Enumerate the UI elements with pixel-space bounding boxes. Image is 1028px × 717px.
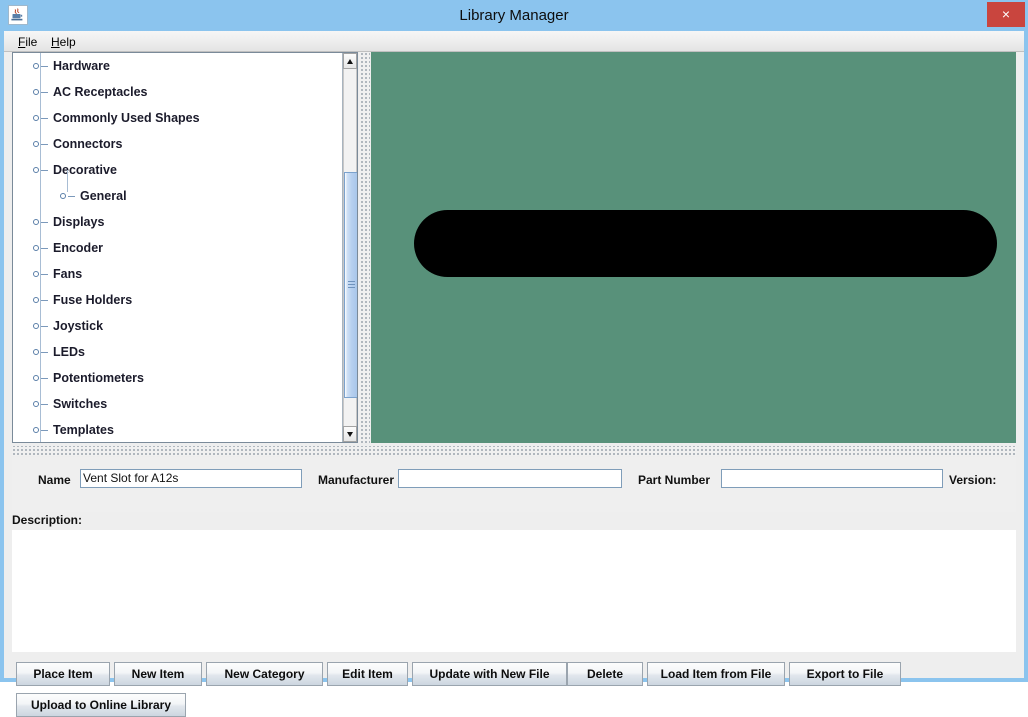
tree-node-label: Templates	[53, 423, 114, 437]
horizontal-split-divider[interactable]	[12, 446, 1016, 456]
scrollbar-grip-icon	[348, 281, 355, 289]
tree-expand-handle-icon[interactable]	[33, 140, 49, 149]
tree-node-displays[interactable]: Displays	[13, 209, 343, 235]
new-item-button[interactable]: New Item	[114, 662, 202, 686]
tree-node-label: Commonly Used Shapes	[53, 111, 200, 125]
scroll-up-arrow-icon[interactable]	[343, 53, 357, 69]
tree-expand-handle-icon[interactable]	[33, 426, 49, 435]
update-with-new-file-button[interactable]: Update with New File	[412, 662, 567, 686]
top-split-pane: Hardware AC Receptacles Commonly Used Shap…	[12, 52, 1016, 447]
menu-item-file[interactable]: File	[13, 34, 42, 50]
tree-node-ac-receptacles[interactable]: AC Receptacles	[13, 79, 343, 105]
tree-node-hardware[interactable]: Hardware	[13, 53, 343, 79]
menu-item-help[interactable]: Help	[46, 34, 81, 50]
tree-node-general[interactable]: General	[13, 170, 343, 209]
name-label: Name	[38, 473, 71, 487]
tree-node-label: Decorative	[53, 163, 117, 177]
tree-node-commonly-used-shapes[interactable]: Commonly Used Shapes	[13, 105, 343, 131]
scroll-down-arrow-icon[interactable]	[343, 426, 357, 442]
scrollbar-thumb[interactable]	[344, 172, 357, 398]
tree-expand-handle-icon[interactable]	[60, 192, 76, 201]
tree-expand-handle-icon[interactable]	[33, 296, 49, 305]
tree-node-label: General	[80, 189, 127, 203]
manufacturer-input[interactable]	[398, 469, 622, 488]
tree-expand-handle-icon[interactable]	[33, 348, 49, 357]
tree-node-leds[interactable]: LEDs	[13, 339, 343, 365]
name-input[interactable]: Vent Slot for A12s	[80, 469, 302, 488]
tree-node-joystick[interactable]: Joystick	[13, 313, 343, 339]
new-category-button[interactable]: New Category	[206, 662, 323, 686]
manufacturer-label: Manufacturer	[318, 473, 395, 487]
version-label: Version:	[949, 473, 997, 487]
edit-item-button[interactable]: Edit Item	[327, 662, 408, 686]
tree-node-label: Switches	[53, 397, 108, 411]
tree-expand-handle-icon[interactable]	[33, 218, 49, 227]
upload-to-online-library-button[interactable]: Upload to Online Library	[16, 693, 186, 717]
scrollbar-track[interactable]	[343, 69, 357, 426]
tree-node-potentiometers[interactable]: Potentiometers	[13, 365, 343, 391]
tree-node-label: Fans	[53, 267, 83, 281]
tree-node-fans[interactable]: Fans	[13, 261, 343, 287]
tree-node-label: Joystick	[53, 319, 104, 333]
item-details-form: Name Vent Slot for A12s Manufacturer Par…	[12, 457, 1016, 512]
tree-node-templates[interactable]: Templates	[13, 417, 343, 442]
item-preview-panel[interactable]	[371, 52, 1016, 443]
part-number-label: Part Number	[638, 473, 711, 487]
tree-node-label: AC Receptacles	[53, 85, 148, 99]
tree-expand-handle-icon[interactable]	[33, 88, 49, 97]
tree-node-decorative[interactable]: Decorative	[13, 157, 343, 183]
tree-child-line	[67, 170, 68, 192]
tree-node-label: Fuse Holders	[53, 293, 133, 307]
tree-node-label: LEDs	[53, 345, 85, 359]
tree-node-label: Connectors	[53, 137, 123, 151]
place-item-button[interactable]: Place Item	[16, 662, 110, 686]
part-number-input[interactable]	[721, 469, 943, 488]
load-item-from-file-button[interactable]: Load Item from File	[647, 662, 785, 686]
close-button[interactable]: ×	[987, 2, 1025, 27]
window-title: Library Manager	[459, 7, 569, 24]
description-textarea[interactable]	[12, 530, 1016, 652]
main-content: Hardware AC Receptacles Commonly Used Shap…	[4, 52, 1024, 717]
tree-node-label: Hardware	[53, 59, 110, 73]
export-to-file-button[interactable]: Export to File	[789, 662, 901, 686]
tree-node-switches[interactable]: Switches	[13, 391, 343, 417]
tree-expand-handle-icon[interactable]	[33, 244, 49, 253]
tree-expand-handle-icon[interactable]	[33, 114, 49, 123]
tree-node-label: Potentiometers	[53, 371, 144, 385]
preview-shape	[414, 210, 997, 277]
tree-expand-handle-icon[interactable]	[33, 62, 49, 71]
tree-expand-handle-icon[interactable]	[33, 270, 49, 279]
category-tree[interactable]: Hardware AC Receptacles Commonly Used Shap…	[13, 53, 343, 442]
tree-expand-handle-icon[interactable]	[33, 400, 49, 409]
tree-expand-handle-icon[interactable]	[33, 322, 49, 331]
category-tree-pane: Hardware AC Receptacles Commonly Used Shap…	[12, 52, 358, 443]
tree-node-label: Encoder	[53, 241, 104, 255]
tree-node-fuse-holders[interactable]: Fuse Holders	[13, 287, 343, 313]
menu-bar: File Help	[4, 31, 1024, 52]
tree-collapse-handle-icon[interactable]	[33, 166, 49, 175]
tree-node-connectors[interactable]: Connectors	[13, 131, 343, 157]
title-bar: Library Manager ×	[0, 0, 1028, 31]
tree-node-label: Displays	[53, 215, 105, 229]
tree-expand-handle-icon[interactable]	[33, 374, 49, 383]
tree-vertical-scrollbar[interactable]	[342, 53, 357, 442]
library-manager-window: Library Manager × File Help Hardware AC R…	[0, 0, 1028, 717]
tree-node-encoder[interactable]: Encoder	[13, 235, 343, 261]
vertical-split-divider[interactable]	[359, 52, 370, 443]
delete-button[interactable]: Delete	[567, 662, 643, 686]
description-label: Description:	[12, 513, 83, 527]
